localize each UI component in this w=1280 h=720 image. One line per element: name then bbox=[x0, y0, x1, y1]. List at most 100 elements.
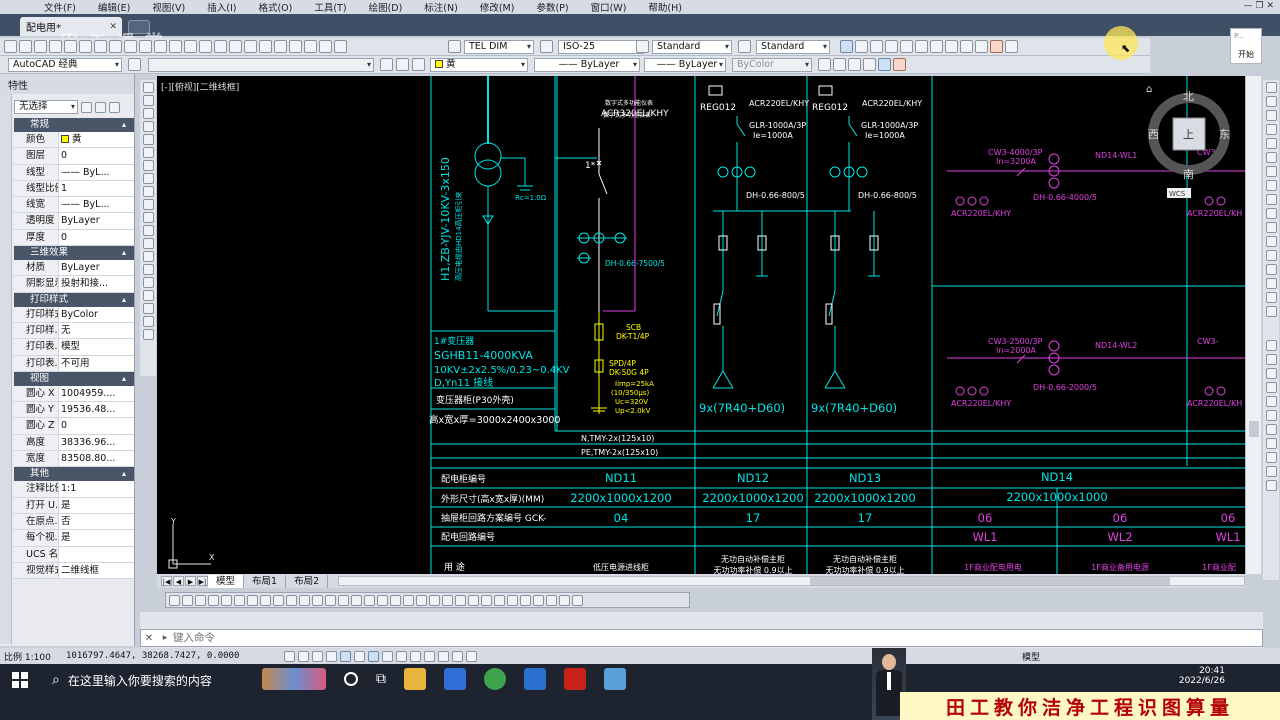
dim-update-icon[interactable] bbox=[416, 594, 427, 606]
osnap-settings-icon[interactable] bbox=[1265, 480, 1277, 491]
center-mark-icon[interactable] bbox=[351, 594, 362, 606]
linetype-select[interactable]: —— ByLayer bbox=[534, 58, 640, 72]
new-icon[interactable] bbox=[4, 40, 17, 53]
extra-tool-icon-6[interactable] bbox=[533, 594, 544, 606]
am-toggle-icon[interactable] bbox=[466, 650, 477, 662]
design-center-icon[interactable] bbox=[259, 40, 272, 53]
make-block-icon[interactable] bbox=[142, 238, 154, 249]
ellipse-icon[interactable] bbox=[142, 199, 154, 210]
menu-format[interactable]: 格式(O) bbox=[250, 0, 300, 14]
menu-insert[interactable]: 插入(I) bbox=[199, 0, 244, 14]
windows-start-icon[interactable] bbox=[12, 672, 28, 688]
first-layout-icon[interactable]: |◀ bbox=[161, 576, 172, 586]
polygon-icon[interactable] bbox=[142, 121, 154, 132]
extra-tool-icon-3[interactable] bbox=[494, 594, 505, 606]
tab-model[interactable]: 模型 bbox=[208, 574, 245, 588]
property-row[interactable]: 高度 38336.96... bbox=[14, 434, 134, 452]
property-value[interactable]: 投射和接... bbox=[58, 276, 134, 292]
extra-tool-icon-2[interactable] bbox=[481, 594, 492, 606]
taskbar-search[interactable]: ⌕ 在这里输入你要搜索的内容 bbox=[40, 664, 258, 696]
dim-style-manager-icon[interactable] bbox=[429, 594, 440, 606]
line-icon[interactable] bbox=[142, 82, 154, 93]
undo-icon[interactable] bbox=[154, 40, 167, 53]
3dosnap-toggle-icon[interactable] bbox=[354, 650, 365, 662]
property-row[interactable]: 打印表...不可用 bbox=[14, 355, 134, 372]
viewcube-south[interactable]: 南 bbox=[1183, 168, 1194, 181]
hidden-icon[interactable] bbox=[848, 58, 861, 71]
properties-icon[interactable] bbox=[244, 40, 257, 53]
autocad-icon[interactable] bbox=[564, 668, 586, 690]
osnap-center-icon[interactable] bbox=[1265, 382, 1277, 393]
zoom-window-icon[interactable] bbox=[214, 40, 227, 53]
tpy-toggle-icon[interactable] bbox=[424, 650, 435, 662]
property-value[interactable]: 0 bbox=[58, 148, 134, 164]
dim-break-icon[interactable] bbox=[325, 594, 336, 606]
extra-tool-icon-9[interactable] bbox=[572, 594, 583, 606]
layer-previous-icon[interactable] bbox=[396, 58, 409, 71]
dim-arc-icon[interactable] bbox=[195, 594, 206, 606]
task-view-icon[interactable]: ⧉ bbox=[376, 671, 386, 687]
conceptual-icon[interactable] bbox=[878, 58, 891, 71]
sheet-set-icon[interactable] bbox=[289, 40, 302, 53]
workspace-select[interactable]: AutoCAD 经典 bbox=[8, 58, 122, 72]
menu-dimension[interactable]: 标注(N) bbox=[416, 0, 466, 14]
table-style-icon[interactable] bbox=[636, 40, 649, 53]
table-style-select[interactable]: Standard bbox=[652, 40, 732, 54]
wireframe-icon[interactable] bbox=[833, 58, 846, 71]
menu-view[interactable]: 视图(V) bbox=[144, 0, 193, 14]
mtext-icon[interactable] bbox=[142, 316, 154, 327]
property-value[interactable]: 无 bbox=[58, 322, 134, 339]
text-style-icon[interactable] bbox=[448, 40, 461, 53]
stretch-icon[interactable] bbox=[1265, 194, 1277, 205]
property-value[interactable]: ByLayer bbox=[58, 260, 134, 276]
property-value[interactable]: 1:1 bbox=[58, 481, 134, 497]
layer-icon[interactable] bbox=[840, 40, 853, 53]
join-icon[interactable] bbox=[1265, 264, 1277, 275]
rectangle-icon[interactable] bbox=[142, 134, 154, 145]
break-icon[interactable] bbox=[1265, 250, 1277, 261]
extra-tool-icon-4[interactable] bbox=[507, 594, 518, 606]
view-nw-icon[interactable] bbox=[960, 40, 973, 53]
explode-icon[interactable] bbox=[1265, 306, 1277, 317]
fillet-icon[interactable] bbox=[1265, 292, 1277, 303]
polyline-icon[interactable] bbox=[142, 108, 154, 119]
osnap-quadrant-icon[interactable] bbox=[1265, 396, 1277, 407]
viewcube[interactable]: 西 东 北 南 上 WCS ⌂ bbox=[1145, 80, 1241, 200]
property-row[interactable]: 打印表...模型 bbox=[14, 339, 134, 356]
start-button[interactable]: P... 开始 bbox=[1230, 28, 1262, 64]
next-layout-icon[interactable]: ▶ bbox=[185, 576, 196, 586]
publish-icon[interactable] bbox=[79, 40, 92, 53]
realistic-icon[interactable] bbox=[863, 58, 876, 71]
osnap-endpoint-icon[interactable] bbox=[1265, 340, 1277, 351]
polar-toggle-icon[interactable] bbox=[326, 650, 337, 662]
property-row[interactable]: 厚度 0 bbox=[14, 229, 134, 247]
ellipse-arc-icon[interactable] bbox=[142, 212, 154, 223]
render-icon[interactable] bbox=[990, 40, 1003, 53]
property-value[interactable]: 否 bbox=[58, 513, 134, 530]
cortana-icon[interactable] bbox=[344, 672, 358, 686]
qp-toggle-icon[interactable] bbox=[438, 650, 449, 662]
camera-icon[interactable] bbox=[975, 40, 988, 53]
property-row[interactable]: 颜色 黄 bbox=[14, 132, 134, 149]
drawing-canvas[interactable]: [-][俯视][二维线框] H1,ZB-YJV-10KV-3x150 高压电缆由… bbox=[157, 76, 1245, 574]
menu-file[interactable]: 文件(F) bbox=[36, 0, 84, 14]
dim-linear-icon[interactable] bbox=[169, 594, 180, 606]
menu-edit[interactable]: 编辑(E) bbox=[90, 0, 138, 14]
osnap-tangent-icon[interactable] bbox=[1265, 410, 1277, 421]
tab-layout1[interactable]: 布局1 bbox=[244, 574, 287, 588]
palette-side-strip[interactable] bbox=[0, 94, 12, 644]
hatch-icon[interactable] bbox=[142, 264, 154, 275]
redo-icon[interactable] bbox=[169, 40, 182, 53]
point-icon[interactable] bbox=[142, 251, 154, 262]
property-row[interactable]: 在原点...否 bbox=[14, 513, 134, 531]
grid-toggle-icon[interactable] bbox=[298, 650, 309, 662]
property-value[interactable]: 模型 bbox=[58, 339, 134, 355]
viewcube-top[interactable]: 上 bbox=[1183, 128, 1194, 141]
dim-edit-icon[interactable] bbox=[390, 594, 401, 606]
lineweight-select[interactable]: —— ByLayer bbox=[644, 58, 726, 72]
layer-state-select[interactable] bbox=[148, 58, 374, 72]
dim-diameter-icon[interactable] bbox=[247, 594, 258, 606]
property-row[interactable]: 阴影显示投射和接... bbox=[14, 276, 134, 293]
osnap-nearest-icon[interactable] bbox=[1265, 452, 1277, 463]
snap-toggle-icon[interactable] bbox=[284, 650, 295, 662]
